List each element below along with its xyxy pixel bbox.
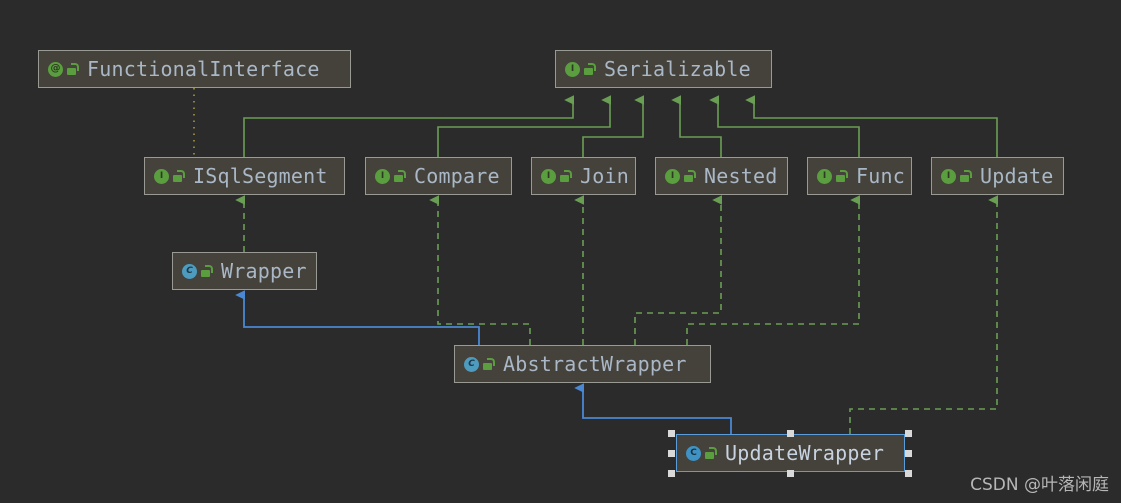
interface-icon: I <box>154 168 169 184</box>
lock-icon <box>173 170 185 182</box>
node-join[interactable]: I Join <box>531 157 636 195</box>
lock-icon <box>705 447 717 459</box>
edge-updatewrapper-abstractwrapper <box>574 383 732 434</box>
edge-updatewrapper-update <box>849 195 998 434</box>
node-icon-group: I <box>565 61 596 77</box>
node-icon-group: I <box>154 168 185 184</box>
diagram-canvas[interactable]: @ FunctionalInterface I Serializable I I… <box>0 0 1121 503</box>
annotation-icon: @ <box>48 61 63 77</box>
selection-handle-bottom-right[interactable] <box>905 470 912 477</box>
node-label: FunctionalInterface <box>87 57 320 81</box>
node-update-wrapper[interactable]: C UpdateWrapper <box>676 434 905 472</box>
node-icon-group: C <box>464 356 495 372</box>
node-functional-interface[interactable]: @ FunctionalInterface <box>38 50 351 88</box>
selection-handle-bottom-left[interactable] <box>668 470 675 477</box>
interface-icon: I <box>375 168 390 184</box>
lock-icon <box>684 170 696 182</box>
interface-icon: I <box>941 168 956 184</box>
lock-icon <box>836 170 848 182</box>
node-label: Nested <box>704 164 778 188</box>
node-update[interactable]: I Update <box>931 157 1064 195</box>
node-label: UpdateWrapper <box>725 441 885 465</box>
abstract-class-icon: C <box>464 356 479 372</box>
node-isqlsegment[interactable]: I ISqlSegment <box>144 157 345 195</box>
node-label: ISqlSegment <box>193 164 328 188</box>
selection-handle-top-right[interactable] <box>905 430 912 437</box>
node-icon-group: @ <box>48 61 79 77</box>
edge-abstractwrapper-wrapper <box>235 290 480 345</box>
node-label: Join <box>580 164 629 188</box>
edge-func-serializable <box>709 95 860 157</box>
edge-abstractwrapper-func <box>686 195 860 345</box>
edge-abstractwrapper-compare <box>429 195 531 345</box>
interface-icon: I <box>541 168 556 184</box>
node-icon-group: I <box>665 168 696 184</box>
node-icon-group: I <box>541 168 572 184</box>
class-icon: C <box>686 445 701 461</box>
node-wrapper[interactable]: C Wrapper <box>172 252 317 290</box>
node-label: AbstractWrapper <box>503 352 687 376</box>
node-icon-group: C <box>686 445 717 461</box>
lock-icon <box>960 170 972 182</box>
lock-icon <box>67 63 79 75</box>
node-label: Func <box>856 164 905 188</box>
edge-update-serializable <box>745 95 998 157</box>
edge-nested-serializable <box>671 95 722 157</box>
node-label: Compare <box>414 164 500 188</box>
lock-icon <box>560 170 572 182</box>
node-abstract-wrapper[interactable]: C AbstractWrapper <box>454 345 711 383</box>
interface-icon: I <box>817 168 832 184</box>
edge-abstractwrapper-nested <box>634 195 722 345</box>
interface-icon: I <box>665 168 680 184</box>
lock-icon <box>201 265 213 277</box>
edge-compare-serializable <box>437 95 611 157</box>
node-icon-group: I <box>941 168 972 184</box>
node-nested[interactable]: I Nested <box>655 157 788 195</box>
selection-handle-top-left[interactable] <box>668 430 675 437</box>
watermark: CSDN @叶落闲庭 <box>970 475 1109 495</box>
node-label: Wrapper <box>221 259 307 283</box>
node-label: Serializable <box>604 57 751 81</box>
edge-isqlsegment-serializable <box>243 95 574 157</box>
edge-join-serializable <box>582 95 644 157</box>
node-label: Update <box>980 164 1054 188</box>
abstract-class-icon: C <box>182 263 197 279</box>
lock-icon <box>483 358 495 370</box>
node-serializable[interactable]: I Serializable <box>555 50 772 88</box>
selection-handle-middle-left[interactable] <box>668 450 675 457</box>
node-compare[interactable]: I Compare <box>365 157 512 195</box>
interface-icon: I <box>565 61 580 77</box>
node-icon-group: C <box>182 263 213 279</box>
node-icon-group: I <box>375 168 406 184</box>
selection-handle-middle-right[interactable] <box>905 450 912 457</box>
lock-icon <box>584 63 596 75</box>
lock-icon <box>394 170 406 182</box>
node-func[interactable]: I Func <box>807 157 912 195</box>
node-icon-group: I <box>817 168 848 184</box>
